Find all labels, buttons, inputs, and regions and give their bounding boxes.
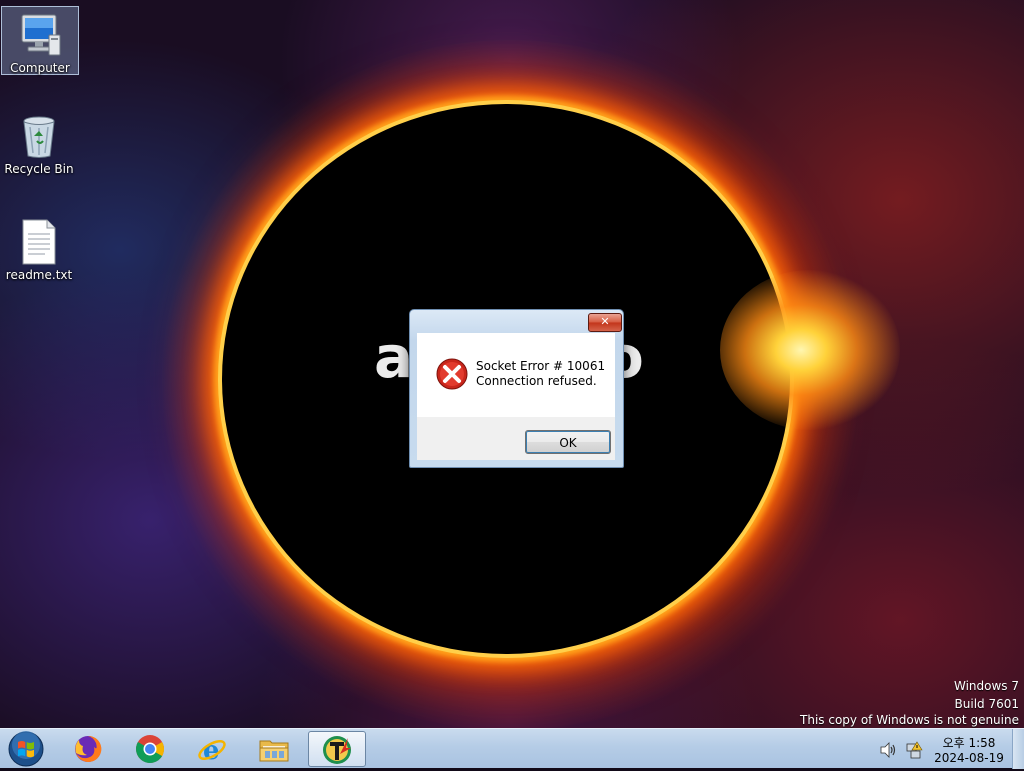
desktop-icon-recycle-bin[interactable]: Recycle Bin [1, 108, 77, 176]
internet-explorer-icon: e [198, 736, 226, 765]
recycle-bin-icon [15, 112, 63, 160]
taskbar-active-app[interactable] [308, 731, 366, 767]
desktop-icon-label: Recycle Bin [4, 162, 74, 176]
computer-icon [16, 11, 64, 59]
close-icon: ✕ [600, 315, 610, 328]
app-icon [323, 736, 351, 764]
taskbar-internet-explorer[interactable]: e [184, 731, 240, 767]
volume-button[interactable] [880, 742, 898, 761]
firefox-icon [75, 735, 102, 762]
folder-icon [259, 740, 289, 762]
chrome-icon [136, 735, 164, 763]
clock-date[interactable]: 2024-08-19 [934, 751, 1004, 765]
error-message-title: Socket Error # 10061 [476, 359, 606, 373]
desktop-icon-readme[interactable]: readme.txt [1, 214, 77, 282]
close-button[interactable]: ✕ [588, 313, 622, 332]
desktop-icon-computer[interactable]: Computer [1, 6, 79, 75]
dialog-body: Socket Error # 10061 Connection refused. [417, 333, 615, 417]
error-message-detail: Connection refused. [476, 374, 597, 388]
error-icon [436, 358, 468, 390]
speaker-icon [880, 742, 896, 758]
start-button[interactable] [6, 730, 46, 768]
socket-error-dialog: ✕ Socket Error # 10061 Connection refuse… [409, 309, 624, 468]
wallpaper-text-left: a [374, 323, 413, 391]
taskbar: e 오후 1:58 2024-08-19 [0, 728, 1024, 769]
windows-start-icon [8, 731, 44, 767]
text-file-icon [15, 218, 63, 266]
dialog-footer: OK [417, 417, 615, 460]
ok-button[interactable]: OK [525, 430, 611, 454]
desktop-icon-label: readme.txt [5, 268, 73, 282]
taskbar-chrome[interactable] [122, 731, 178, 767]
dialog-titlebar[interactable]: ✕ [410, 310, 623, 332]
clock-time[interactable]: 오후 1:58 [934, 734, 1004, 751]
taskbar-windows-explorer[interactable] [246, 731, 302, 767]
taskbar-firefox[interactable] [60, 731, 116, 767]
eclipse-flare [720, 270, 900, 430]
network-icon [906, 741, 923, 759]
windows-version-text: Windows 7 [953, 679, 1019, 693]
build-number-text: Build 7601 [954, 697, 1019, 711]
desktop-icon-label: Computer [10, 61, 70, 75]
network-button[interactable] [905, 741, 923, 762]
show-desktop-button[interactable] [1012, 729, 1024, 769]
not-genuine-text: This copy of Windows is not genuine [800, 713, 1019, 727]
